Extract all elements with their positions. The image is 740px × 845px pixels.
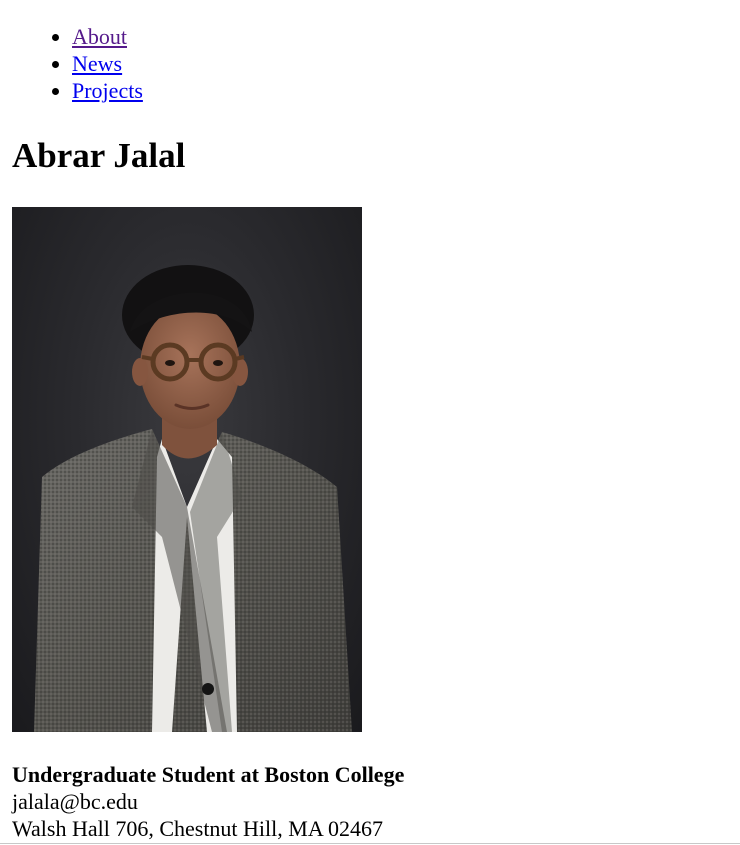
main-nav: About News Projects [0,23,143,104]
nav-link-news[interactable]: News [72,51,122,76]
profile-photo [12,207,362,732]
profile-email: jalala@bc.edu [12,789,138,814]
profile-address: Walsh Hall 706, Chestnut Hill, MA 02467 [12,816,384,841]
profile-role: Undergraduate Student at Boston College [12,762,405,787]
page-bottom-edge [0,843,740,844]
nav-link-projects[interactable]: Projects [72,78,143,103]
page-title: Abrar Jalal [12,136,186,175]
nav-item-projects: Projects [72,77,143,104]
nav-item-about: About [72,23,143,50]
nav-item-news: News [72,50,143,77]
nav-link-about[interactable]: About [72,24,127,49]
profile-info: Undergraduate Student at Boston College … [12,761,404,842]
